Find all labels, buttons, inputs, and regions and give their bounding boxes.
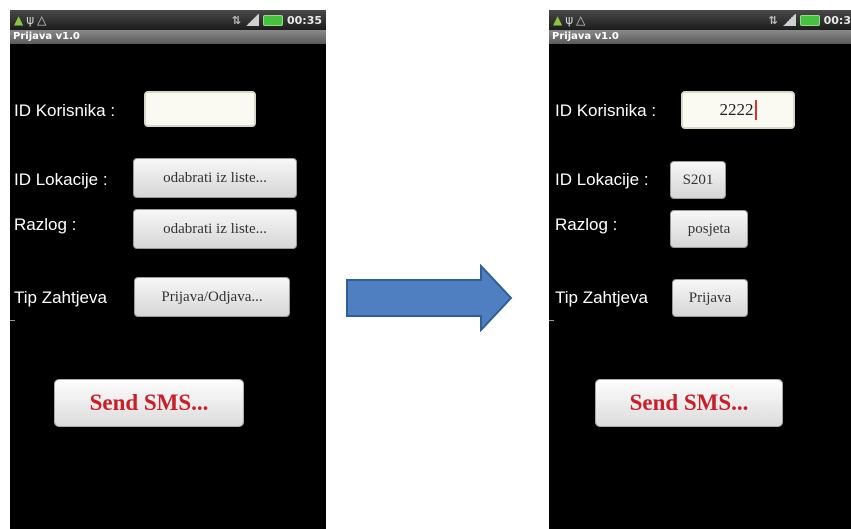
right-arrow-icon — [346, 264, 513, 332]
status-bar: ▲ψ△ ⇅ 00:3 — [549, 10, 851, 30]
sync-icon: ⇅ — [231, 13, 241, 27]
location-select-button[interactable]: odabrati iz liste... — [133, 158, 297, 198]
reason-label: Razlog : — [14, 215, 77, 234]
usb-icon: ψ — [26, 13, 38, 27]
status-bar: ▲ψ△ ⇅ 00:35 — [10, 10, 326, 30]
user-id-label: ID Korisnika : — [555, 101, 657, 120]
user-id-input[interactable]: 2222 — [681, 91, 795, 129]
scroll-edge-mark — [549, 320, 554, 321]
reason-select-button[interactable]: odabrati iz liste... — [133, 209, 297, 249]
reason-label: Razlog : — [555, 215, 618, 234]
scroll-edge-mark — [10, 320, 15, 321]
phone-screen-after: ▲ψ△ ⇅ 00:3 Prijava v1.0 ID Korisnika : 2… — [549, 10, 851, 529]
status-time: 00:3 — [823, 13, 851, 27]
text-cursor — [754, 100, 757, 120]
request-type-button[interactable]: Prijava — [672, 279, 748, 317]
wifi-icon: △ — [37, 13, 50, 27]
phone-screen-before: ▲ψ△ ⇅ 00:35 Prijava v1.0 ID Korisnika : … — [10, 10, 326, 529]
android-icon: ▲ — [14, 13, 27, 27]
app-title: Prijava v1.0 — [549, 30, 851, 44]
signal-icon — [781, 14, 796, 26]
user-id-input[interactable] — [144, 91, 256, 127]
wifi-icon: △ — [576, 13, 589, 27]
send-sms-button[interactable]: Send SMS... — [595, 379, 783, 427]
location-id-label: ID Lokacije : — [14, 170, 108, 189]
battery-icon — [799, 14, 820, 26]
send-sms-button[interactable]: Send SMS... — [54, 379, 244, 427]
location-id-label: ID Lokacije : — [555, 170, 649, 189]
request-type-button[interactable]: Prijava/Odjava... — [134, 277, 290, 317]
location-select-button[interactable]: S201 — [670, 161, 726, 199]
app-title: Prijava v1.0 — [10, 30, 326, 44]
request-type-label: Tip Zahtjeva — [555, 288, 648, 307]
signal-icon — [244, 14, 259, 26]
request-type-label: Tip Zahtjeva — [14, 288, 107, 307]
usb-icon: ψ — [565, 13, 577, 27]
sync-icon: ⇅ — [768, 13, 778, 27]
arrow-shape — [346, 264, 513, 332]
android-icon: ▲ — [553, 13, 566, 27]
battery-icon — [262, 14, 283, 26]
user-id-label: ID Korisnika : — [14, 101, 116, 120]
status-time: 00:35 — [286, 13, 322, 27]
reason-select-button[interactable]: posjeta — [670, 210, 748, 248]
